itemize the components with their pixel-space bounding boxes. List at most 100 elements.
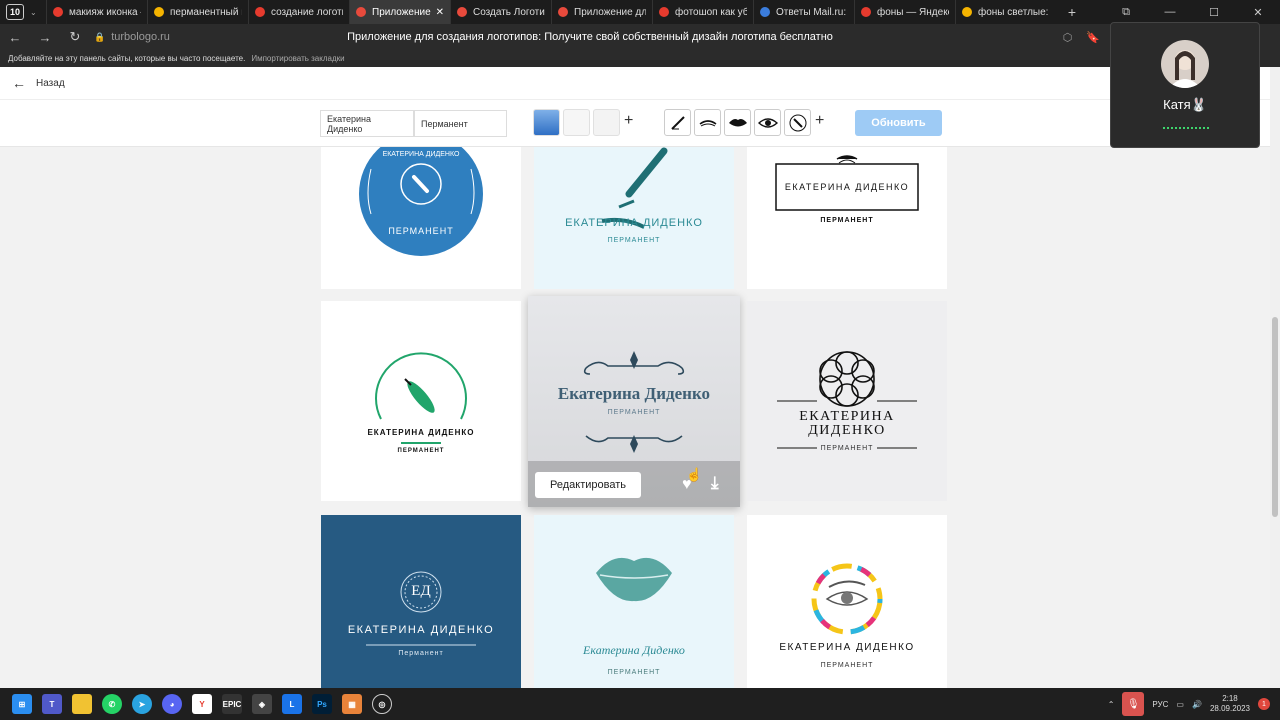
back-arrow-icon[interactable]: ← <box>12 75 26 91</box>
lightshot-icon[interactable]: L <box>282 694 302 714</box>
yandex-images-icon <box>154 7 164 17</box>
eye-icon[interactable] <box>754 109 781 136</box>
network-icon[interactable]: ▭ <box>1176 700 1184 709</box>
browser-tab[interactable]: создание логотип <box>248 0 349 24</box>
language-indicator[interactable]: РУС <box>1152 700 1168 709</box>
tabs-icon[interactable]: ⧉ <box>1104 6 1148 19</box>
logo-card-hovered[interactable]: Екатерина Диденко ПЕРМАНЕНТ Редактироват… <box>528 296 740 507</box>
app-icon[interactable]: ▦ <box>342 694 362 714</box>
epic-games-icon[interactable]: EPIC <box>222 694 242 714</box>
import-bookmarks-link[interactable]: Импортировать закладки <box>251 54 344 63</box>
edit-button[interactable]: Редактировать <box>535 472 641 498</box>
logo-name: ЕКАТЕРИНА ДИДЕНКО <box>367 428 475 437</box>
chevron-down-icon[interactable]: ⌄ <box>30 8 46 17</box>
logo-card[interactable]: Екатерина Диденко ПЕРМАНЕНТ <box>534 515 734 688</box>
notification-badge[interactable]: 1 <box>1258 698 1270 710</box>
page-header: ← Назад <box>0 67 1270 100</box>
file-explorer-icon[interactable] <box>72 694 92 714</box>
mouse-cursor-icon: ☝ <box>686 467 703 482</box>
photoshop-icon[interactable]: Ps <box>312 694 332 714</box>
yandex-icon <box>255 7 265 17</box>
browser-tab[interactable]: макияж иконка – <box>46 0 147 24</box>
telegram-icon[interactable]: ➤ <box>132 694 152 714</box>
logo-monogram: ЕД <box>411 583 431 599</box>
brush-icon[interactable] <box>664 109 691 136</box>
browser-tab-active[interactable]: Приложение д✕ <box>349 0 450 24</box>
browser-tab[interactable]: Создать Логотип <box>450 0 551 24</box>
turbologo-icon <box>457 7 467 17</box>
microphone-icon[interactable]: 🎙 <box>1122 692 1145 716</box>
logo-grid: ЕКАТЕРИНА ДИДЕНКО ПЕРМАНЕНТ ЕКАТЕРИНА ДИ… <box>0 147 1270 688</box>
browser-tab[interactable]: фоны светлые: 3 <box>955 0 1056 24</box>
windows-start-icon[interactable]: ⊞ <box>12 694 32 714</box>
system-tray: ⌃ 🎙 РУС ▭ 🔊 2:18 28.09.2023 1 <box>1108 688 1270 720</box>
browser-tab[interactable]: Ответы Mail.ru: Вс <box>753 0 854 24</box>
chrome-icon[interactable]: ◎ <box>372 694 392 714</box>
back-link[interactable]: Назад <box>36 78 65 89</box>
add-color-icon[interactable]: + <box>624 112 633 130</box>
browser-tab[interactable]: фоны — Яндекс: <box>854 0 955 24</box>
chevron-up-icon[interactable]: ⌃ <box>1108 700 1115 709</box>
logo-subtitle: ПЕРМАНЕНТ <box>820 217 874 224</box>
logo-name-line2: ДИДЕНКО <box>808 423 886 438</box>
clock[interactable]: 2:18 28.09.2023 <box>1210 694 1250 714</box>
logo-name: ЕКАТЕРИНА ДИДЕНКО <box>382 151 460 158</box>
bookmark-icon[interactable]: 🔖 <box>1086 31 1100 44</box>
game-launcher-icon[interactable]: ◈ <box>252 694 272 714</box>
scrollbar-thumb[interactable] <box>1272 317 1278 517</box>
video-call-tile[interactable]: Катя🐰 <box>1110 22 1260 148</box>
logo-card[interactable]: ЕКАТЕРИНА ДИДЕНКО ПЕРМАНЕНТ <box>747 147 947 289</box>
whatsapp-icon[interactable]: ✆ <box>102 694 122 714</box>
extensions-icon[interactable]: ⬡ <box>1063 31 1073 44</box>
teams-icon[interactable]: T <box>42 694 62 714</box>
close-tab-icon[interactable]: ✕ <box>436 7 444 18</box>
browser-tab[interactable]: перманентный м <box>147 0 248 24</box>
bookmarks-hint: Добавляйте на эту панель сайты, которые … <box>8 54 246 63</box>
close-window-icon[interactable]: ✕ <box>1236 6 1280 19</box>
logo-card[interactable]: ЕКАТЕРИНА ДИДЕНКО ПЕРМАНЕНТ <box>747 515 947 688</box>
logo-card[interactable]: ЕКАТЕРИНА ДИДЕНКО ПЕРМАНЕНТ <box>321 147 521 289</box>
minimize-icon[interactable]: — <box>1148 6 1192 18</box>
logo-subtitle: ПЕРМАНЕНТ <box>607 669 661 676</box>
yandex-icon <box>659 7 669 17</box>
maximize-icon[interactable]: ☐ <box>1192 6 1236 19</box>
new-tab-button[interactable]: + <box>1062 4 1082 20</box>
lips-icon[interactable] <box>724 109 751 136</box>
download-icon[interactable]: ⤓ <box>711 473 719 493</box>
browser-tab-strip: 10 ⌄ макияж иконка – перманентный м созд… <box>0 0 1280 24</box>
pen-circle-icon[interactable] <box>784 109 811 136</box>
color-swatch-light[interactable] <box>563 109 590 136</box>
logo-card[interactable]: ЕД ЕКАТЕРИНА ДИДЕНКО Перманент <box>321 515 521 688</box>
turbologo-icon <box>356 7 366 17</box>
eyelash-icon[interactable] <box>694 109 721 136</box>
logo-subtitle: ПЕРМАНЕНТ <box>820 445 874 452</box>
address-bar: ← → ↻ 🔒 turbologo.ru Приложение для созда… <box>0 24 1280 50</box>
color-swatch-blue[interactable] <box>533 109 560 136</box>
logo-card[interactable]: ЕКАТЕРИНА ДИДЕНКО ПЕРМАНЕНТ <box>534 147 734 289</box>
page-scrollbar[interactable] <box>1270 67 1280 688</box>
add-icon[interactable]: + <box>815 112 824 130</box>
color-swatch-light[interactable] <box>593 109 620 136</box>
window-controls: ⧉ — ☐ ✕ <box>1104 0 1280 24</box>
logo-card[interactable]: ЕКАТЕРИНА ДИДЕНКО ПЕРМАНЕНТ <box>747 301 947 501</box>
audio-level-indicator <box>1163 127 1209 129</box>
logo-name: Екатерина Диденко <box>557 384 711 403</box>
avatar <box>1161 40 1209 88</box>
update-button[interactable]: Обновить <box>855 110 942 136</box>
logo-card[interactable]: ЕКАТЕРИНА ДИДЕНКО ПЕРМАНЕНТ <box>321 301 521 501</box>
slogan-input[interactable]: Перманент <box>414 110 507 137</box>
yandex-browser-icon[interactable]: Y <box>192 694 212 714</box>
logo-subtitle: ПЕРМАНЕНТ <box>388 226 454 236</box>
discord-icon[interactable]: ◕ <box>162 694 182 714</box>
turbologo-icon <box>558 7 568 17</box>
taskbar: ⊞ T ✆ ➤ ◕ Y EPIC ◈ L Ps ▦ ◎ ⌃ 🎙 РУС ▭ 🔊 … <box>0 688 1280 720</box>
volume-icon[interactable]: 🔊 <box>1192 700 1202 709</box>
logo-name: ЕКАТЕРИНА ДИДЕНКО <box>565 217 703 229</box>
logo-subtitle: ПЕРМАНЕНТ <box>607 409 661 416</box>
tab-count-badge[interactable]: 10 <box>6 4 24 20</box>
browser-tab[interactable]: фотошоп как убр <box>652 0 753 24</box>
logo-name: ЕКАТЕРИНА ДИДЕНКО <box>784 182 910 192</box>
company-name-input[interactable]: Екатерина Диденко <box>320 110 414 137</box>
browser-tab[interactable]: Приложение для <box>551 0 652 24</box>
yandex-images-icon <box>962 7 972 17</box>
